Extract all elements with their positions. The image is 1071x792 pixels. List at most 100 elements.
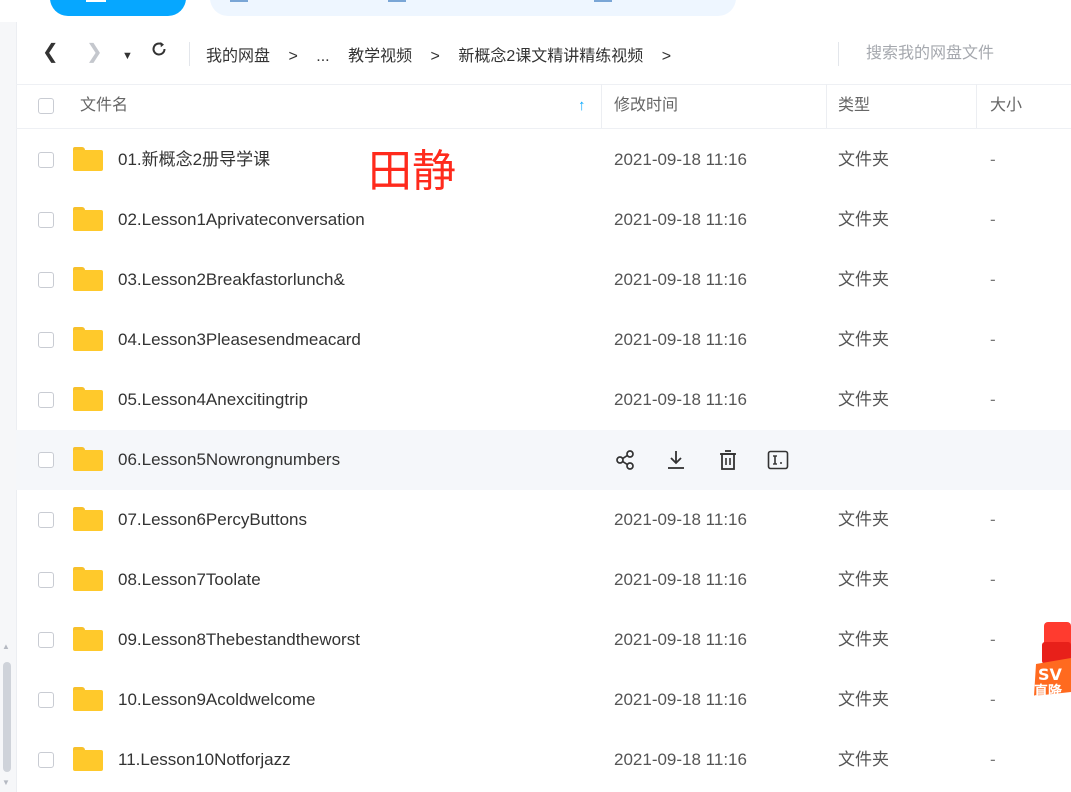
column-divider[interactable] xyxy=(976,84,977,128)
promo-badge[interactable]: SV 直降 xyxy=(1032,620,1071,720)
file-type: 文件夹 xyxy=(838,330,889,349)
row-checkbox[interactable] xyxy=(38,452,54,468)
breadcrumb: 我的网盘 > ... 教学视频 > 新概念2课文精讲精练视频 > xyxy=(206,42,685,66)
history-dropdown-icon[interactable]: ▼ xyxy=(122,44,133,68)
folder-icon xyxy=(73,387,103,411)
file-size: - xyxy=(990,330,996,349)
file-name[interactable]: 10.Lesson9Acoldwelcome xyxy=(118,670,316,730)
forward-icon[interactable]: ❯ xyxy=(86,40,103,64)
scroll-down-icon[interactable]: ▼ xyxy=(2,778,10,787)
table-row[interactable]: 07.Lesson6PercyButtons 2021-09-18 11:16 … xyxy=(16,490,1071,550)
column-header-modified[interactable]: 修改时间 xyxy=(614,84,678,128)
file-name[interactable]: 07.Lesson6PercyButtons xyxy=(118,490,307,550)
file-name[interactable]: 11.Lesson10Notforjazz xyxy=(118,730,291,790)
modified-time: 2021-09-18 11:16 xyxy=(614,630,747,649)
watermark-text: 田静 xyxy=(368,146,456,197)
modified-time: 2021-09-18 11:16 xyxy=(614,570,747,589)
file-name[interactable]: 06.Lesson5Nowrongnumbers xyxy=(118,430,340,490)
table-row-hovered[interactable]: 06.Lesson5Nowrongnumbers xyxy=(16,430,1071,490)
row-checkbox[interactable] xyxy=(38,512,54,528)
breadcrumb-item-current-folder[interactable]: 新概念2课文精讲精练视频 xyxy=(458,42,643,66)
file-size: - xyxy=(990,570,996,589)
file-size: - xyxy=(990,150,996,169)
row-checkbox[interactable] xyxy=(38,572,54,588)
file-type: 文件夹 xyxy=(838,510,889,529)
promo-text-2: 直降 xyxy=(1034,683,1063,700)
column-header-name[interactable]: 文件名 xyxy=(80,84,128,128)
file-type: 文件夹 xyxy=(838,630,889,649)
share-icon[interactable] xyxy=(614,448,638,472)
table-row[interactable]: 05.Lesson4Anexcitingtrip 2021-09-18 11:1… xyxy=(16,370,1071,430)
table-row[interactable]: 04.Lesson3Pleasesendmeacard 2021-09-18 1… xyxy=(16,310,1071,370)
toolbar-actions[interactable] xyxy=(210,0,736,16)
table-row[interactable]: 03.Lesson2Breakfastorlunch& 2021-09-18 1… xyxy=(16,250,1071,310)
row-checkbox[interactable] xyxy=(38,632,54,648)
sort-ascending-icon[interactable]: ↑ xyxy=(578,96,586,116)
file-name[interactable]: 09.Lesson8Thebestandtheworst xyxy=(118,610,360,670)
column-divider[interactable] xyxy=(826,84,827,128)
file-type: 文件夹 xyxy=(838,270,889,289)
offline-download-icon xyxy=(388,0,406,2)
row-checkbox[interactable] xyxy=(38,692,54,708)
refresh-icon[interactable] xyxy=(150,40,168,64)
file-name[interactable]: 03.Lesson2Breakfastorlunch& xyxy=(118,250,345,310)
file-size: - xyxy=(990,510,996,529)
column-header-type[interactable]: 类型 xyxy=(838,84,870,128)
file-size: - xyxy=(990,270,996,289)
row-checkbox[interactable] xyxy=(38,272,54,288)
file-type: 文件夹 xyxy=(838,690,889,709)
row-checkbox[interactable] xyxy=(38,752,54,768)
table-row[interactable]: 08.Lesson7Toolate 2021-09-18 11:16 文件夹 - xyxy=(16,550,1071,610)
file-list-header: 文件名 ↑ 修改时间 类型 大小 xyxy=(16,84,1071,129)
breadcrumb-item-teaching-videos[interactable]: 教学视频 xyxy=(348,42,412,66)
upload-icon xyxy=(86,0,106,2)
column-divider[interactable] xyxy=(601,84,602,128)
file-type: 文件夹 xyxy=(838,390,889,409)
download-icon[interactable] xyxy=(664,448,688,472)
table-row[interactable]: 02.Lesson1Aprivateconversation 2021-09-1… xyxy=(16,190,1071,250)
scrollbar-thumb[interactable] xyxy=(3,662,11,772)
file-size: - xyxy=(990,210,996,229)
breadcrumb-separator: > xyxy=(288,48,298,65)
breadcrumb-separator: > xyxy=(430,48,440,65)
breadcrumb-item-my-drive[interactable]: 我的网盘 xyxy=(206,42,270,66)
folder-icon xyxy=(73,747,103,771)
search-input[interactable] xyxy=(856,40,1071,68)
file-name[interactable]: 05.Lesson4Anexcitingtrip xyxy=(118,370,308,430)
folder-icon xyxy=(73,327,103,351)
row-checkbox[interactable] xyxy=(38,212,54,228)
table-row[interactable]: 09.Lesson8Thebestandtheworst 2021-09-18 … xyxy=(16,610,1071,670)
modified-time: 2021-09-18 11:16 xyxy=(614,330,747,349)
folder-icon xyxy=(73,207,103,231)
file-name[interactable]: 01.新概念2册导学课 xyxy=(118,130,270,190)
file-size: - xyxy=(990,390,996,409)
row-checkbox[interactable] xyxy=(38,392,54,408)
file-size: - xyxy=(990,630,996,649)
row-checkbox[interactable] xyxy=(38,152,54,168)
table-row[interactable]: 11.Lesson10Notforjazz 2021-09-18 11:16 文… xyxy=(16,730,1071,790)
back-icon[interactable]: ❮ xyxy=(42,40,59,64)
upload-button[interactable] xyxy=(50,0,186,16)
modified-time: 2021-09-18 11:16 xyxy=(614,150,747,169)
select-all-checkbox[interactable] xyxy=(38,98,54,114)
search-divider xyxy=(838,42,839,66)
folder-icon xyxy=(73,687,103,711)
table-row[interactable]: 01.新概念2册导学课 2021-09-18 11:16 文件夹 - xyxy=(16,130,1071,190)
folder-icon xyxy=(73,447,103,471)
folder-icon xyxy=(73,507,103,531)
breadcrumb-item-ellipsis[interactable]: ... xyxy=(316,48,329,66)
scroll-up-icon[interactable]: ▲ xyxy=(2,642,10,651)
file-type: 文件夹 xyxy=(838,150,889,169)
folder-icon xyxy=(73,627,103,651)
column-header-size[interactable]: 大小 xyxy=(990,84,1022,128)
rename-icon[interactable] xyxy=(766,448,790,472)
table-row[interactable]: 10.Lesson9Acoldwelcome 2021-09-18 11:16 … xyxy=(16,670,1071,730)
file-size: - xyxy=(990,690,996,709)
file-name[interactable]: 04.Lesson3Pleasesendmeacard xyxy=(118,310,361,370)
file-name[interactable]: 02.Lesson1Aprivateconversation xyxy=(118,190,365,250)
delete-icon[interactable] xyxy=(716,448,740,472)
file-name[interactable]: 08.Lesson7Toolate xyxy=(118,550,261,610)
row-checkbox[interactable] xyxy=(38,332,54,348)
breadcrumb-separator: > xyxy=(661,48,672,65)
device-icon xyxy=(594,0,612,2)
